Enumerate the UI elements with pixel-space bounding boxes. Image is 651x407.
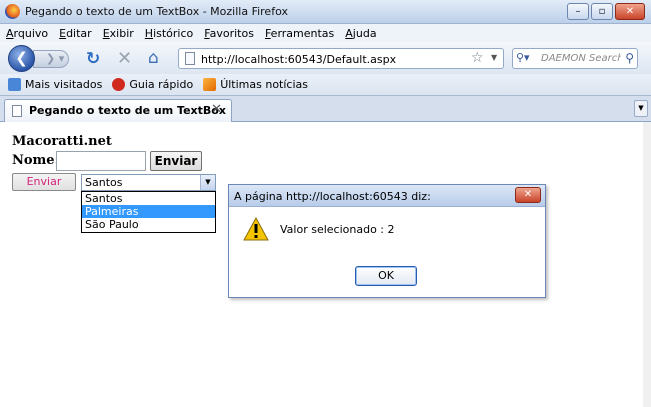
nome-input[interactable]: [56, 151, 146, 171]
bookmark-label: Últimas notícias: [220, 78, 308, 91]
menu-label: avoritos: [209, 26, 254, 40]
tab-label: Pegando o texto de um TextBox: [29, 104, 226, 117]
tab-strip: Pegando o texto de um TextBox ✕ ▼: [0, 96, 651, 122]
url-text[interactable]: http://localhost:60543/Default.aspx: [201, 53, 396, 66]
menu-favoritos[interactable]: Favoritos: [204, 27, 254, 40]
select-dropdown-list: Santos Palmeiras São Paulo: [81, 191, 216, 233]
menu-arquivo[interactable]: Arquivo: [6, 27, 48, 40]
page-icon: [185, 52, 195, 65]
menubar: Arquivo Editar Exibir Histórico Favorito…: [0, 24, 651, 42]
stop-icon[interactable]: ✕: [117, 48, 132, 69]
window-controls: – ▫ ✕: [567, 3, 645, 20]
warning-icon: [243, 217, 269, 241]
bookmark-mais-visitados[interactable]: Mais visitados: [8, 78, 102, 91]
bookmark-ultimas-noticias[interactable]: Últimas notícias: [203, 78, 308, 91]
option-palmeiras[interactable]: Palmeiras: [82, 205, 215, 218]
bookmarks-toolbar: Mais visitados Guia rápido Últimas notíc…: [0, 74, 651, 96]
menu-hotkey: Aj: [345, 26, 356, 40]
red-hat-icon: [112, 78, 126, 91]
url-bar[interactable]: http://localhost:60543/Default.aspx ☆ ▼: [178, 48, 504, 69]
menu-ferramentas[interactable]: Ferramentas: [265, 27, 334, 40]
bookmark-label: Guia rápido: [129, 78, 194, 91]
rss-feed-icon: [203, 78, 217, 91]
home-icon[interactable]: ⌂: [148, 48, 159, 68]
bookmark-guia-rapido[interactable]: Guia rápido: [112, 78, 193, 91]
enviar-select-button[interactable]: Enviar: [12, 173, 76, 191]
dialog-close-button[interactable]: ✕: [515, 187, 541, 203]
search-icon[interactable]: ⚲: [625, 51, 634, 65]
chevron-down-icon[interactable]: ▼: [200, 175, 215, 190]
tab-active[interactable]: Pegando o texto de um TextBox ✕: [4, 99, 232, 122]
bookmark-label: Mais visitados: [25, 78, 103, 91]
back-button[interactable]: ❮: [8, 45, 35, 72]
vertical-scrollbar[interactable]: [643, 122, 651, 407]
ok-button[interactable]: OK: [355, 266, 417, 286]
search-engine-icon[interactable]: ⚲▾: [516, 51, 538, 66]
page-icon: [12, 105, 22, 117]
url-history-dropdown-icon[interactable]: ▼: [491, 53, 497, 62]
menu-historico[interactable]: Histórico: [145, 27, 193, 40]
dialog-titlebar: A página http://localhost:60543 diz: ✕: [229, 185, 545, 207]
menu-hotkey: E: [102, 26, 110, 40]
option-sao-paulo[interactable]: São Paulo: [82, 218, 215, 231]
forward-button[interactable]: ❯ ▾: [33, 50, 69, 68]
search-bar[interactable]: ⚲▾ DAEMON Search ⚲: [512, 48, 638, 69]
dialog-title: A página http://localhost:60543 diz:: [234, 190, 431, 203]
menu-ajuda[interactable]: Ajuda: [345, 27, 376, 40]
alert-dialog: A página http://localhost:60543 diz: ✕ V…: [228, 184, 546, 298]
window-title: Pegando o texto de um TextBox - Mozilla …: [25, 5, 288, 18]
close-window-button[interactable]: ✕: [615, 3, 645, 20]
smart-bookmark-icon: [8, 78, 21, 91]
menu-label: erramentas: [270, 26, 335, 40]
menu-hotkey: H: [144, 26, 154, 40]
bookmark-star-icon[interactable]: ☆: [471, 50, 484, 66]
menu-label: uda: [355, 26, 377, 40]
maximize-button[interactable]: ▫: [591, 3, 613, 20]
firefox-logo-icon: [5, 4, 20, 19]
nome-label: Nome:: [12, 153, 60, 168]
menu-label: xibir: [109, 26, 134, 40]
option-santos[interactable]: Santos: [82, 192, 215, 205]
menu-editar[interactable]: Editar: [59, 27, 92, 40]
search-input[interactable]: DAEMON Search: [541, 53, 621, 64]
tab-list-dropdown-button[interactable]: ▼: [634, 100, 648, 117]
site-title: Macoratti.net: [12, 134, 112, 149]
enviar-button[interactable]: Enviar: [150, 151, 202, 171]
close-icon[interactable]: ✕: [211, 102, 222, 117]
menu-label: ditar: [66, 26, 92, 40]
menu-hotkey: A: [6, 26, 14, 40]
navigation-toolbar: ❯ ▾ ❮ ↻ ✕ ⌂ http://localhost:60543/Defau…: [0, 42, 651, 74]
select-value: Santos: [85, 176, 123, 189]
reload-icon[interactable]: ↻: [86, 49, 100, 69]
menu-exibir[interactable]: Exibir: [103, 27, 134, 40]
team-select[interactable]: Santos ▼: [81, 174, 216, 191]
window-titlebar: Pegando o texto de um TextBox - Mozilla …: [0, 0, 651, 24]
menu-label: rquivo: [13, 26, 49, 40]
dialog-message: Valor selecionado : 2: [280, 223, 395, 236]
minimize-button[interactable]: –: [567, 3, 589, 20]
menu-label: istórico: [153, 26, 194, 40]
